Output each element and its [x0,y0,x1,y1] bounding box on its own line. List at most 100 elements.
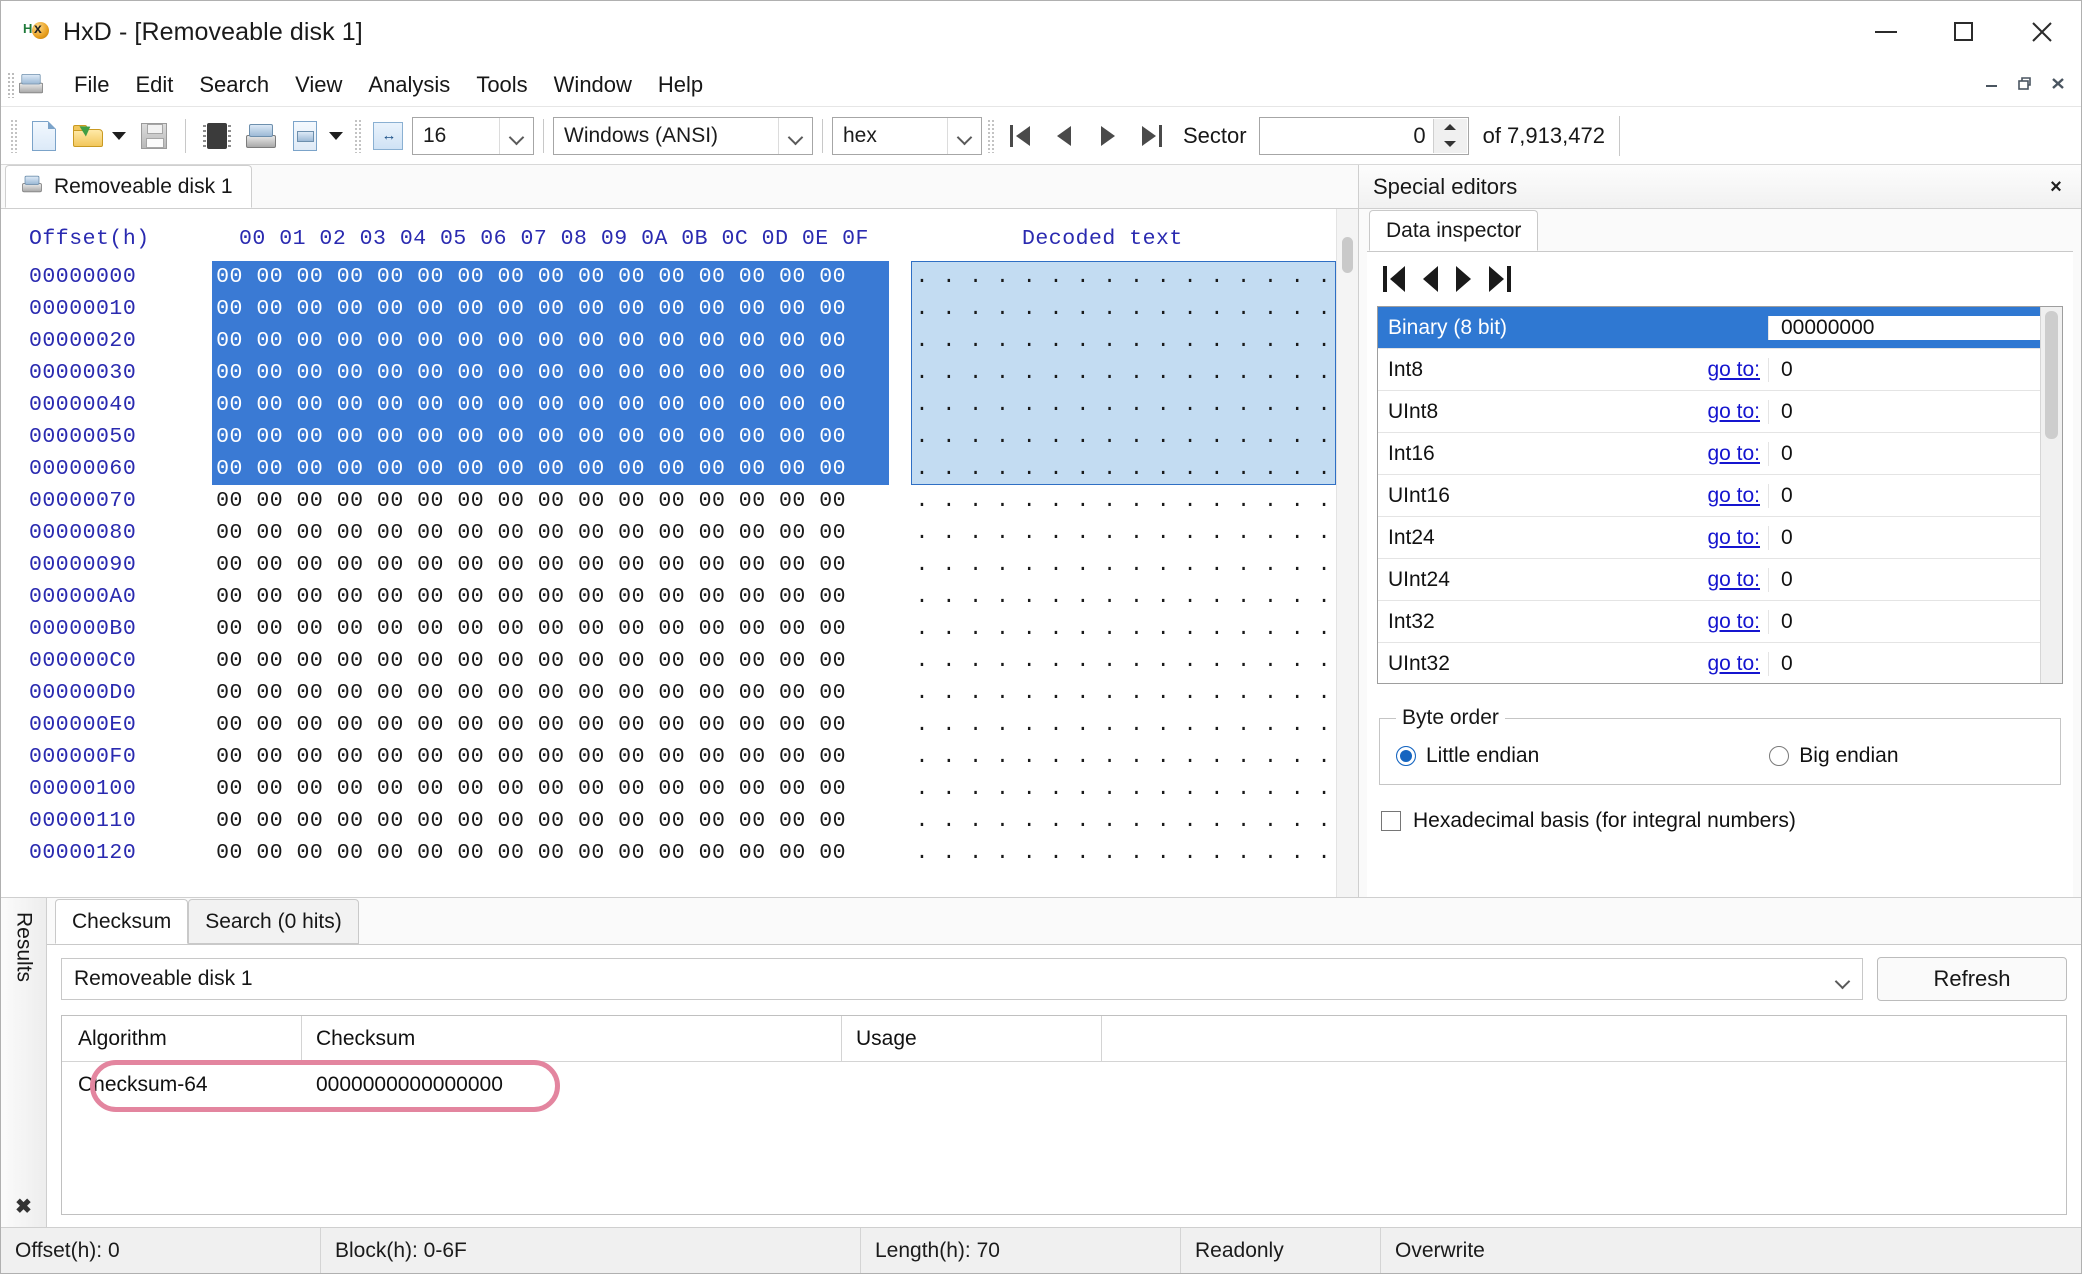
hex-row-bytes[interactable]: 00 00 00 00 00 00 00 00 00 00 00 00 00 0… [212,293,889,325]
hex-row-bytes[interactable]: 00 00 00 00 00 00 00 00 00 00 00 00 00 0… [212,421,889,453]
go-to-next-sector-icon[interactable] [1093,120,1123,152]
menu-item-search[interactable]: Search [186,68,282,102]
menu-item-analysis[interactable]: Analysis [355,68,463,102]
data-inspector-value[interactable]: 00000000 [1768,315,2040,340]
chevron-down-icon[interactable] [499,117,533,154]
hex-row-decoded-text[interactable]: . . . . . . . . . . . . . . . . [911,645,1336,677]
hex-row-decoded-text[interactable]: . . . . . . . . . . . . . . . . [910,357,1336,389]
next-icon[interactable] [1456,266,1471,292]
hex-row[interactable]: 00000000 00 00 00 00 00 00 00 00 00 00 00… [29,261,1336,293]
minimize-button[interactable] [1847,1,1925,63]
open-ram-icon[interactable] [199,118,235,154]
menu-item-file[interactable]: File [61,68,122,102]
open-disk-image-icon[interactable] [287,118,323,154]
hex-view[interactable]: Offset(h) 00 01 02 03 04 05 06 07 08 09 … [1,209,1336,897]
open-disk-icon[interactable] [243,118,279,154]
encoding-select[interactable]: Windows (ANSI) [553,116,813,155]
hex-row[interactable]: 000000E0 00 00 00 00 00 00 00 00 00 00 00… [29,709,1336,741]
hex-row[interactable]: 00000100 00 00 00 00 00 00 00 00 00 00 00… [29,773,1336,805]
data-inspector-value[interactable]: 0 [1768,651,2040,676]
go-to-last-sector-icon[interactable] [1137,120,1167,152]
hex-row[interactable]: 00000050 00 00 00 00 00 00 00 00 00 00 00… [29,421,1336,453]
results-close-icon[interactable]: ✖ [15,1194,32,1219]
new-document-icon[interactable] [26,118,62,154]
go-to-link[interactable]: go to: [1678,442,1768,466]
hex-row-bytes[interactable]: 00 00 00 00 00 00 00 00 00 00 00 00 00 0… [212,581,888,613]
bytes-per-row-select[interactable]: 16 [412,116,534,155]
refresh-button[interactable]: Refresh [1877,957,2067,1001]
hex-row-bytes[interactable]: 00 00 00 00 00 00 00 00 00 00 00 00 00 0… [212,453,889,485]
tab-search[interactable]: Search (0 hits) [188,899,359,944]
hex-row[interactable]: 000000B0 00 00 00 00 00 00 00 00 00 00 00… [29,613,1336,645]
hex-row[interactable]: 00000020 00 00 00 00 00 00 00 00 00 00 00… [29,325,1336,357]
results-rail[interactable]: Results ✖ [1,898,47,1227]
hex-row-decoded-text[interactable]: . . . . . . . . . . . . . . . . [911,485,1336,517]
hex-row[interactable]: 00000120 00 00 00 00 00 00 00 00 00 00 00… [29,837,1336,869]
data-inspector-row[interactable]: UInt8 go to: 0 [1378,391,2040,433]
go-to-link[interactable]: go to: [1678,568,1768,592]
scrollbar-thumb[interactable] [1342,237,1353,273]
chevron-down-icon[interactable] [1828,959,1858,999]
data-inspector-value[interactable]: 0 [1768,441,2040,466]
radio-little-endian[interactable]: Little endian [1396,744,1539,768]
hex-row-bytes[interactable]: 00 00 00 00 00 00 00 00 00 00 00 00 00 0… [212,741,888,773]
hex-row[interactable]: 000000D0 00 00 00 00 00 00 00 00 00 00 00… [29,677,1336,709]
data-inspector-value[interactable]: 0 [1768,525,2040,550]
hex-row-decoded-text[interactable]: . . . . . . . . . . . . . . . . [911,837,1336,869]
close-button[interactable] [2003,1,2081,63]
hex-row-bytes[interactable]: 00 00 00 00 00 00 00 00 00 00 00 00 00 0… [212,677,888,709]
maximize-button[interactable] [1925,1,2003,63]
hex-row-bytes[interactable]: 00 00 00 00 00 00 00 00 00 00 00 00 00 0… [212,389,889,421]
chevron-down-icon[interactable] [778,117,812,154]
checksum-source-select[interactable]: Removeable disk 1 [61,958,1863,1000]
scrollbar-thumb[interactable] [2045,311,2058,439]
previous-icon[interactable] [1423,266,1438,292]
hex-row-bytes[interactable]: 00 00 00 00 00 00 00 00 00 00 00 00 00 0… [212,773,888,805]
hex-row-decoded-text[interactable]: . . . . . . . . . . . . . . . . [911,613,1336,645]
sector-step-up-icon[interactable] [1434,119,1467,136]
hex-row-decoded-text[interactable]: . . . . . . . . . . . . . . . . [911,773,1336,805]
toolbar-drag-grip-2[interactable] [354,118,361,153]
mdi-minimize-button[interactable] [1977,69,2007,97]
hex-row-decoded-text[interactable]: . . . . . . . . . . . . . . . . [911,581,1336,613]
hex-row-bytes[interactable]: 00 00 00 00 00 00 00 00 00 00 00 00 00 0… [212,357,889,389]
data-inspector-row[interactable]: UInt24 go to: 0 [1378,559,2040,601]
sector-stepper[interactable] [1432,118,1467,153]
data-inspector-row[interactable]: Int16 go to: 0 [1378,433,2040,475]
data-inspector-value[interactable]: 0 [1768,567,2040,592]
column-header-algorithm[interactable]: Algorithm [62,1016,302,1061]
last-icon[interactable] [1489,266,1511,292]
hex-row[interactable]: 00000060 00 00 00 00 00 00 00 00 00 00 00… [29,453,1336,485]
menu-drag-grip[interactable] [7,71,15,98]
sector-input[interactable]: 0 [1258,116,1469,155]
hex-row[interactable]: 00000010 00 00 00 00 00 00 00 00 00 00 00… [29,293,1336,325]
menu-item-edit[interactable]: Edit [122,68,186,102]
hex-row-bytes[interactable]: 00 00 00 00 00 00 00 00 00 00 00 00 00 0… [212,613,888,645]
hexadecimal-basis-checkbox[interactable]: Hexadecimal basis (for integral numbers) [1381,809,2059,833]
chevron-down-icon[interactable] [947,117,981,154]
toolbar-drag-grip-1[interactable] [10,118,17,153]
number-base-select[interactable]: hex [832,116,982,155]
go-to-link[interactable]: go to: [1678,358,1768,382]
bytes-per-row-icon[interactable]: ↔ [370,118,406,154]
go-to-link[interactable]: go to: [1678,652,1768,676]
hex-row[interactable]: 00000030 00 00 00 00 00 00 00 00 00 00 00… [29,357,1336,389]
data-inspector-row[interactable]: UInt16 go to: 0 [1378,475,2040,517]
hex-row-bytes[interactable]: 00 00 00 00 00 00 00 00 00 00 00 00 00 0… [212,325,889,357]
data-inspector-row[interactable]: Int32 go to: 0 [1378,601,2040,643]
go-to-first-sector-icon[interactable] [1005,120,1035,152]
hex-row-decoded-text[interactable]: . . . . . . . . . . . . . . . . [911,517,1336,549]
hex-row-decoded-text[interactable]: . . . . . . . . . . . . . . . . [910,453,1336,485]
data-inspector-value[interactable]: 0 [1768,609,2040,634]
hex-row-bytes[interactable]: 00 00 00 00 00 00 00 00 00 00 00 00 00 0… [212,709,888,741]
hex-row-bytes[interactable]: 00 00 00 00 00 00 00 00 00 00 00 00 00 0… [212,261,889,293]
hex-row[interactable]: 00000070 00 00 00 00 00 00 00 00 00 00 00… [29,485,1336,517]
hex-row-bytes[interactable]: 00 00 00 00 00 00 00 00 00 00 00 00 00 0… [212,485,888,517]
close-icon[interactable]: × [2041,172,2071,202]
data-inspector-value[interactable]: 0 [1768,483,2040,508]
hex-row-bytes[interactable]: 00 00 00 00 00 00 00 00 00 00 00 00 00 0… [212,517,888,549]
hex-row[interactable]: 00000110 00 00 00 00 00 00 00 00 00 00 00… [29,805,1336,837]
hex-row-decoded-text[interactable]: . . . . . . . . . . . . . . . . [910,389,1336,421]
go-to-link[interactable]: go to: [1678,610,1768,634]
menu-item-view[interactable]: View [282,68,355,102]
